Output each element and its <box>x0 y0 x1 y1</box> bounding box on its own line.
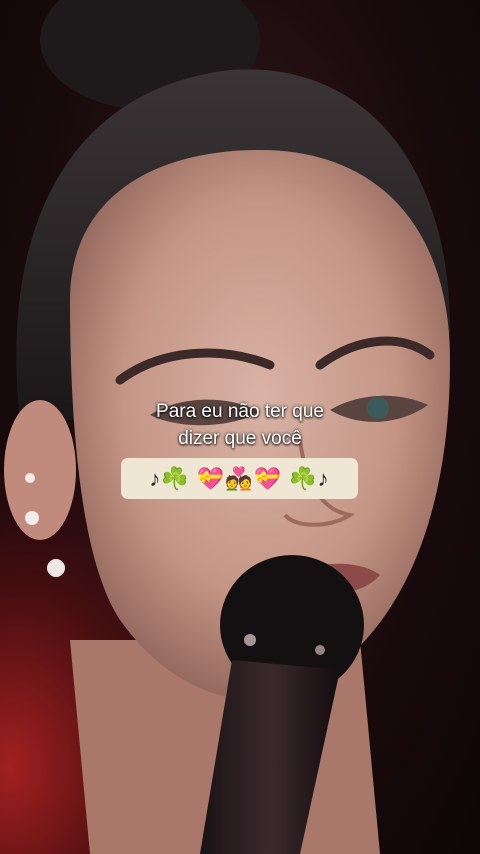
earring-drop <box>47 559 65 577</box>
microphone-highlight-2 <box>315 645 325 655</box>
earring-top <box>25 473 35 483</box>
video-frame: Para eu não ter que dizer que você ♪☘️ 💝… <box>0 0 480 854</box>
lyric-line-1: Para eu não ter que <box>156 401 324 422</box>
emoji-sticker: ♪☘️ 💝💑💝 ☘️♪ <box>121 458 358 499</box>
lyric-caption: Para eu não ter que dizer que você <box>0 398 480 452</box>
earring-mid <box>25 511 39 525</box>
microphone-highlight <box>244 634 256 646</box>
lyric-line-2: dizer que você <box>178 428 302 449</box>
